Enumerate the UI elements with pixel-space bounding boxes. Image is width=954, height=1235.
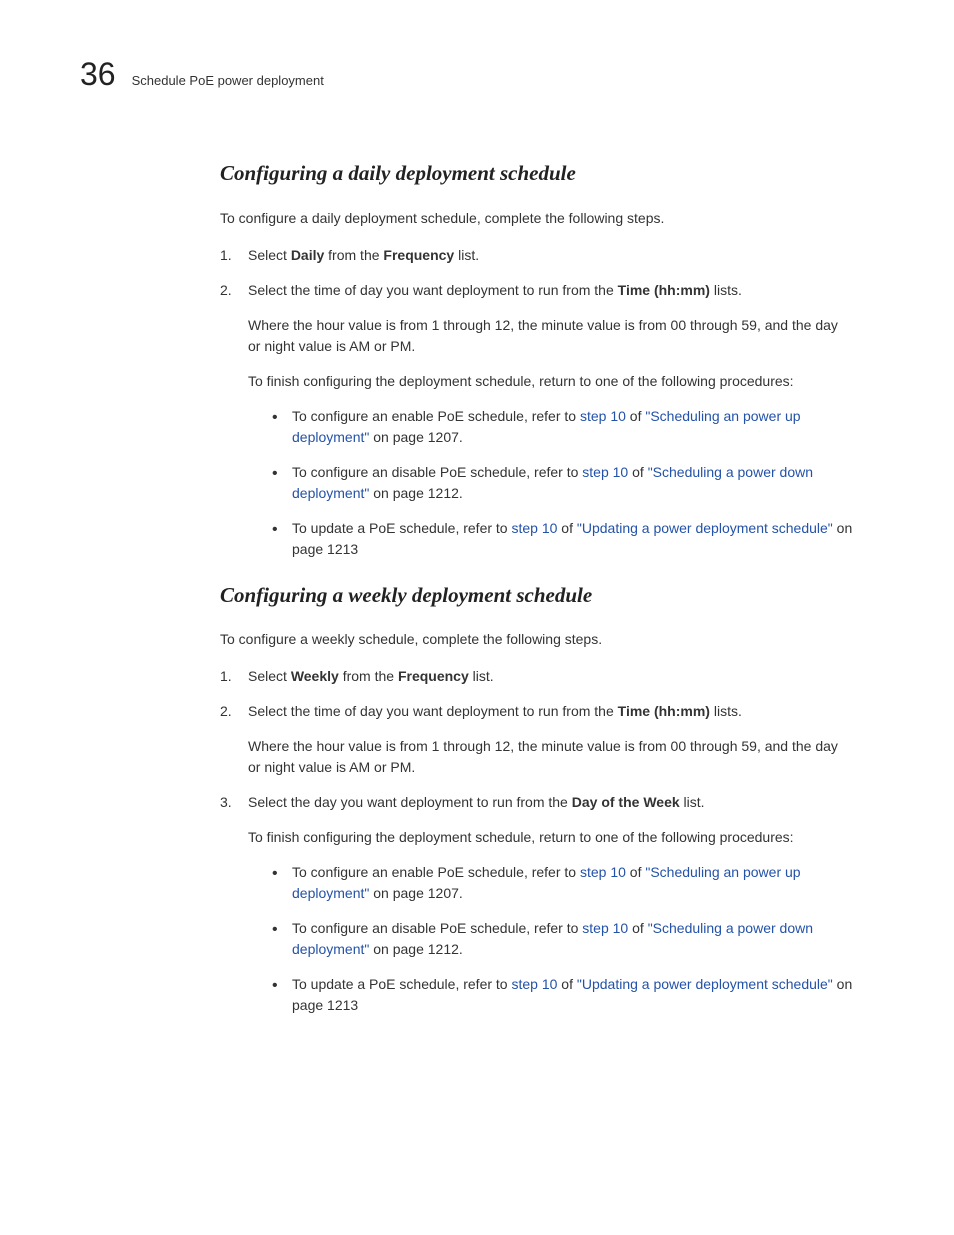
step-item: Select Daily from the Frequency list. <box>220 245 854 266</box>
section-intro: To configure a daily deployment schedule… <box>220 208 854 229</box>
cross-ref-link[interactable]: step 10 <box>511 976 557 992</box>
bullet-item: To configure an enable PoE schedule, ref… <box>272 406 854 448</box>
cross-ref-link[interactable]: "Scheduling an power up deployment" <box>292 864 801 901</box>
step-sub-para: To finish configuring the deployment sch… <box>248 827 854 848</box>
cross-ref-link[interactable]: "Scheduling an power up deployment" <box>292 408 801 445</box>
step-item: Select the day you want deployment to ru… <box>220 792 854 1016</box>
bullet-item: To update a PoE schedule, refer to step … <box>272 974 854 1016</box>
bold-text: Day of the Week <box>572 794 680 810</box>
step-item: Select Weekly from the Frequency list. <box>220 666 854 687</box>
bullet-item: To configure an disable PoE schedule, re… <box>272 918 854 960</box>
cross-ref-link[interactable]: "Updating a power deployment schedule" <box>577 976 833 992</box>
step-text: Select Daily from the Frequency list. <box>248 245 854 266</box>
step-text: Select the time of day you want deployme… <box>248 701 854 722</box>
cross-ref-link[interactable]: step 10 <box>580 864 626 880</box>
header-breadcrumb: Schedule PoE power deployment <box>132 71 324 91</box>
bold-text: Frequency <box>398 668 469 684</box>
step-item: Select the time of day you want deployme… <box>220 701 854 778</box>
cross-ref-link[interactable]: "Scheduling a power down deployment" <box>292 920 813 957</box>
step-sub-para: Where the hour value is from 1 through 1… <box>248 736 854 778</box>
section-intro: To configure a weekly schedule, complete… <box>220 629 854 650</box>
step-sub-para: To finish configuring the deployment sch… <box>248 371 854 392</box>
bold-text: Time (hh:mm) <box>618 282 710 298</box>
bold-text: Frequency <box>383 247 454 263</box>
cross-ref-link[interactable]: "Scheduling a power down deployment" <box>292 464 813 501</box>
steps-list: Select Weekly from the Frequency list. Se… <box>220 666 854 1016</box>
cross-ref-link[interactable]: step 10 <box>511 520 557 536</box>
step-text: Select the time of day you want deployme… <box>248 280 854 301</box>
cross-ref-link[interactable]: step 10 <box>580 408 626 424</box>
steps-list: Select Daily from the Frequency list. Sel… <box>220 245 854 560</box>
bullet-list: To configure an enable PoE schedule, ref… <box>248 862 854 1016</box>
section-heading: Configuring a weekly deployment schedule <box>220 580 854 612</box>
bullet-list: To configure an enable PoE schedule, ref… <box>248 406 854 560</box>
page-header: 36 Schedule PoE power deployment <box>80 50 874 98</box>
cross-ref-link[interactable]: step 10 <box>582 920 628 936</box>
bold-text: Weekly <box>291 668 339 684</box>
bullet-item: To configure an disable PoE schedule, re… <box>272 462 854 504</box>
bullet-item: To update a PoE schedule, refer to step … <box>272 518 854 560</box>
step-text: Select the day you want deployment to ru… <box>248 792 854 813</box>
chapter-number: 36 <box>80 50 116 98</box>
step-sub-para: Where the hour value is from 1 through 1… <box>248 315 854 357</box>
cross-ref-link[interactable]: step 10 <box>582 464 628 480</box>
step-text: Select Weekly from the Frequency list. <box>248 666 854 687</box>
bullet-item: To configure an enable PoE schedule, ref… <box>272 862 854 904</box>
section-heading: Configuring a daily deployment schedule <box>220 158 854 190</box>
page-content: Configuring a daily deployment schedule T… <box>80 158 874 1016</box>
cross-ref-link[interactable]: "Updating a power deployment schedule" <box>577 520 833 536</box>
bold-text: Daily <box>291 247 324 263</box>
bold-text: Time (hh:mm) <box>618 703 710 719</box>
step-item: Select the time of day you want deployme… <box>220 280 854 560</box>
